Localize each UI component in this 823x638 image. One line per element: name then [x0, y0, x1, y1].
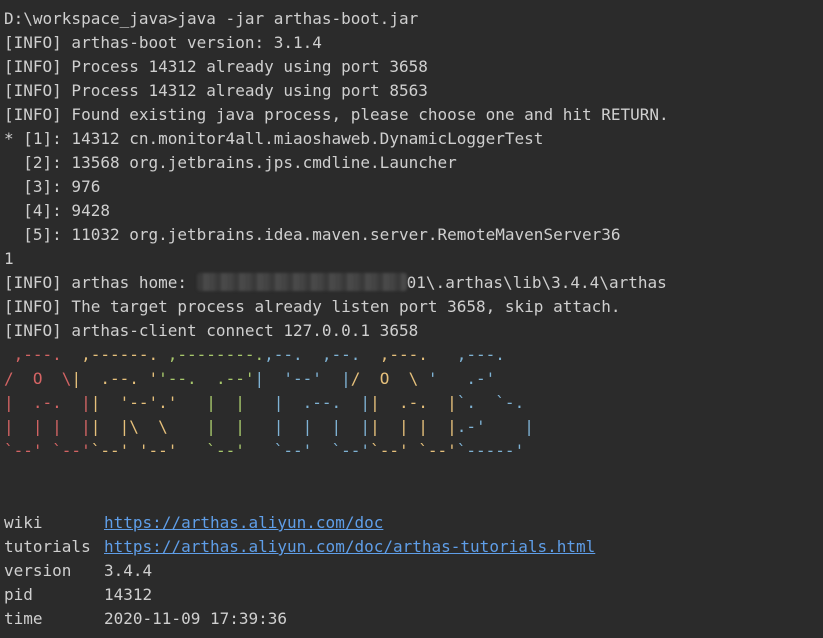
banner-letter-segment: ' .-': [427, 369, 496, 388]
info-key: wiki: [4, 513, 43, 532]
redacted-path: [196, 273, 407, 291]
banner-row: ,---. ,------. ,--------.,--. ,--. ,---.…: [4, 343, 823, 367]
banner-letter-segment: ,---.: [4, 345, 72, 364]
banner-letter-segment: `--': [177, 441, 274, 460]
banner-letter-segment: | '--' |: [254, 369, 351, 388]
output-line: [INFO] arthas-client connect 127.0.0.1 3…: [4, 321, 419, 340]
banner-letter-segment: ,--------.: [167, 345, 265, 364]
info-key: time: [4, 609, 43, 628]
home-prefix: [INFO] arthas home:: [4, 273, 197, 292]
info-key: tutorials: [4, 537, 91, 556]
tutorials-link[interactable]: https://arthas.aliyun.com/doc/arthas-tut…: [104, 537, 595, 556]
banner-letter-segment: | .--. |: [273, 393, 371, 412]
banner-row: | | | || |\ \ | | | | | || | | |.-' |: [4, 415, 823, 439]
command-line: D:\workspace_java>java -jar arthas-boot.…: [4, 9, 419, 28]
terminal-window[interactable]: D:\workspace_java>java -jar arthas-boot.…: [0, 0, 823, 638]
process-option: [3]: 976: [4, 177, 101, 196]
banner-letter-segment: `. `-.: [456, 393, 525, 412]
banner-letter-segment: '--. .--': [158, 369, 255, 388]
banner-letter-segment: `--' `--': [273, 441, 371, 460]
info-key: pid: [4, 585, 33, 604]
process-option: [5]: 11032 org.jetbrains.idea.maven.serv…: [4, 225, 621, 244]
banner-letter-segment: | | | |: [4, 417, 91, 436]
banner-letter-segment: `--' '--': [90, 441, 178, 460]
banner-letter-segment: `--' `--': [4, 441, 91, 460]
pid-value: 14312: [104, 585, 153, 604]
banner-letter-segment: | |\ \: [90, 417, 178, 436]
time-value: 2020-11-09 17:39:36: [104, 609, 288, 628]
banner-letter-segment: | |: [177, 417, 274, 436]
output-line: [INFO] Process 14312 already using port …: [4, 57, 428, 76]
banner-letter-segment: ,------.: [71, 345, 168, 364]
banner-letter-segment: .-' |: [456, 417, 534, 436]
banner-letter-segment: | '--'.': [90, 393, 178, 412]
banner-letter-segment: ,---.: [447, 345, 515, 364]
banner-letter-segment: | | | |: [273, 417, 371, 436]
arthas-home-line: [INFO] arthas home: 01\.arthas\lib\3.4.4…: [4, 271, 823, 295]
banner-letter-segment: `-----': [456, 441, 534, 460]
banner-letter-segment: | .--. ': [71, 369, 159, 388]
banner-letter-segment: ,---.: [370, 345, 448, 364]
output-line: [INFO] arthas-boot version: 3.1.4: [4, 33, 322, 52]
info-version: version 3.4.4: [4, 559, 823, 583]
version-value: 3.4.4: [104, 561, 153, 580]
banner-letter-segment: `--' `--': [370, 441, 457, 460]
banner-letter-segment: / O \: [4, 369, 72, 388]
info-pid: pid 14312: [4, 583, 823, 607]
output-line: [INFO] The target process already listen…: [4, 297, 621, 316]
banner-letter-segment: | .-. |: [4, 393, 91, 412]
banner-row: / O \| .--. ''--. .--'| '--' |/ O \ ' .-…: [4, 367, 823, 391]
process-option: [4]: 9428: [4, 201, 110, 220]
banner-row: `--' `--'`--' '--' `--' `--' `--'`--' `-…: [4, 439, 823, 463]
banner-row: | .-. || '--'.' | | | .--. || .-. |`. `-…: [4, 391, 823, 415]
info-time: time 2020-11-09 17:39:36: [4, 607, 823, 631]
output-line: [INFO] Found existing java process, plea…: [4, 105, 669, 124]
home-suffix: 01\.arthas\lib\3.4.4\arthas: [406, 273, 667, 292]
process-option: [2]: 13568 org.jetbrains.jps.cmdline.Lau…: [4, 153, 457, 172]
arthas-banner: ,---. ,------. ,--------.,--. ,--. ,---.…: [4, 343, 823, 463]
banner-letter-segment: | |: [177, 393, 274, 412]
banner-letter-segment: | | | |: [370, 417, 457, 436]
info-tutorials: tutorials https://arthas.aliyun.com/doc/a…: [4, 535, 823, 559]
output-line: [INFO] Process 14312 already using port …: [4, 81, 428, 100]
banner-letter-segment: ,--. ,--.: [264, 345, 371, 364]
user-input: 1: [4, 249, 14, 268]
process-option: * [1]: 14312 cn.monitor4all.miaoshaweb.D…: [4, 129, 544, 148]
info-wiki: wiki https://arthas.aliyun.com/doc: [4, 511, 823, 535]
banner-letter-segment: | .-. |: [370, 393, 457, 412]
wiki-link[interactable]: https://arthas.aliyun.com/doc: [104, 513, 383, 532]
banner-letter-segment: / O \: [350, 369, 428, 388]
info-key: version: [4, 561, 72, 580]
